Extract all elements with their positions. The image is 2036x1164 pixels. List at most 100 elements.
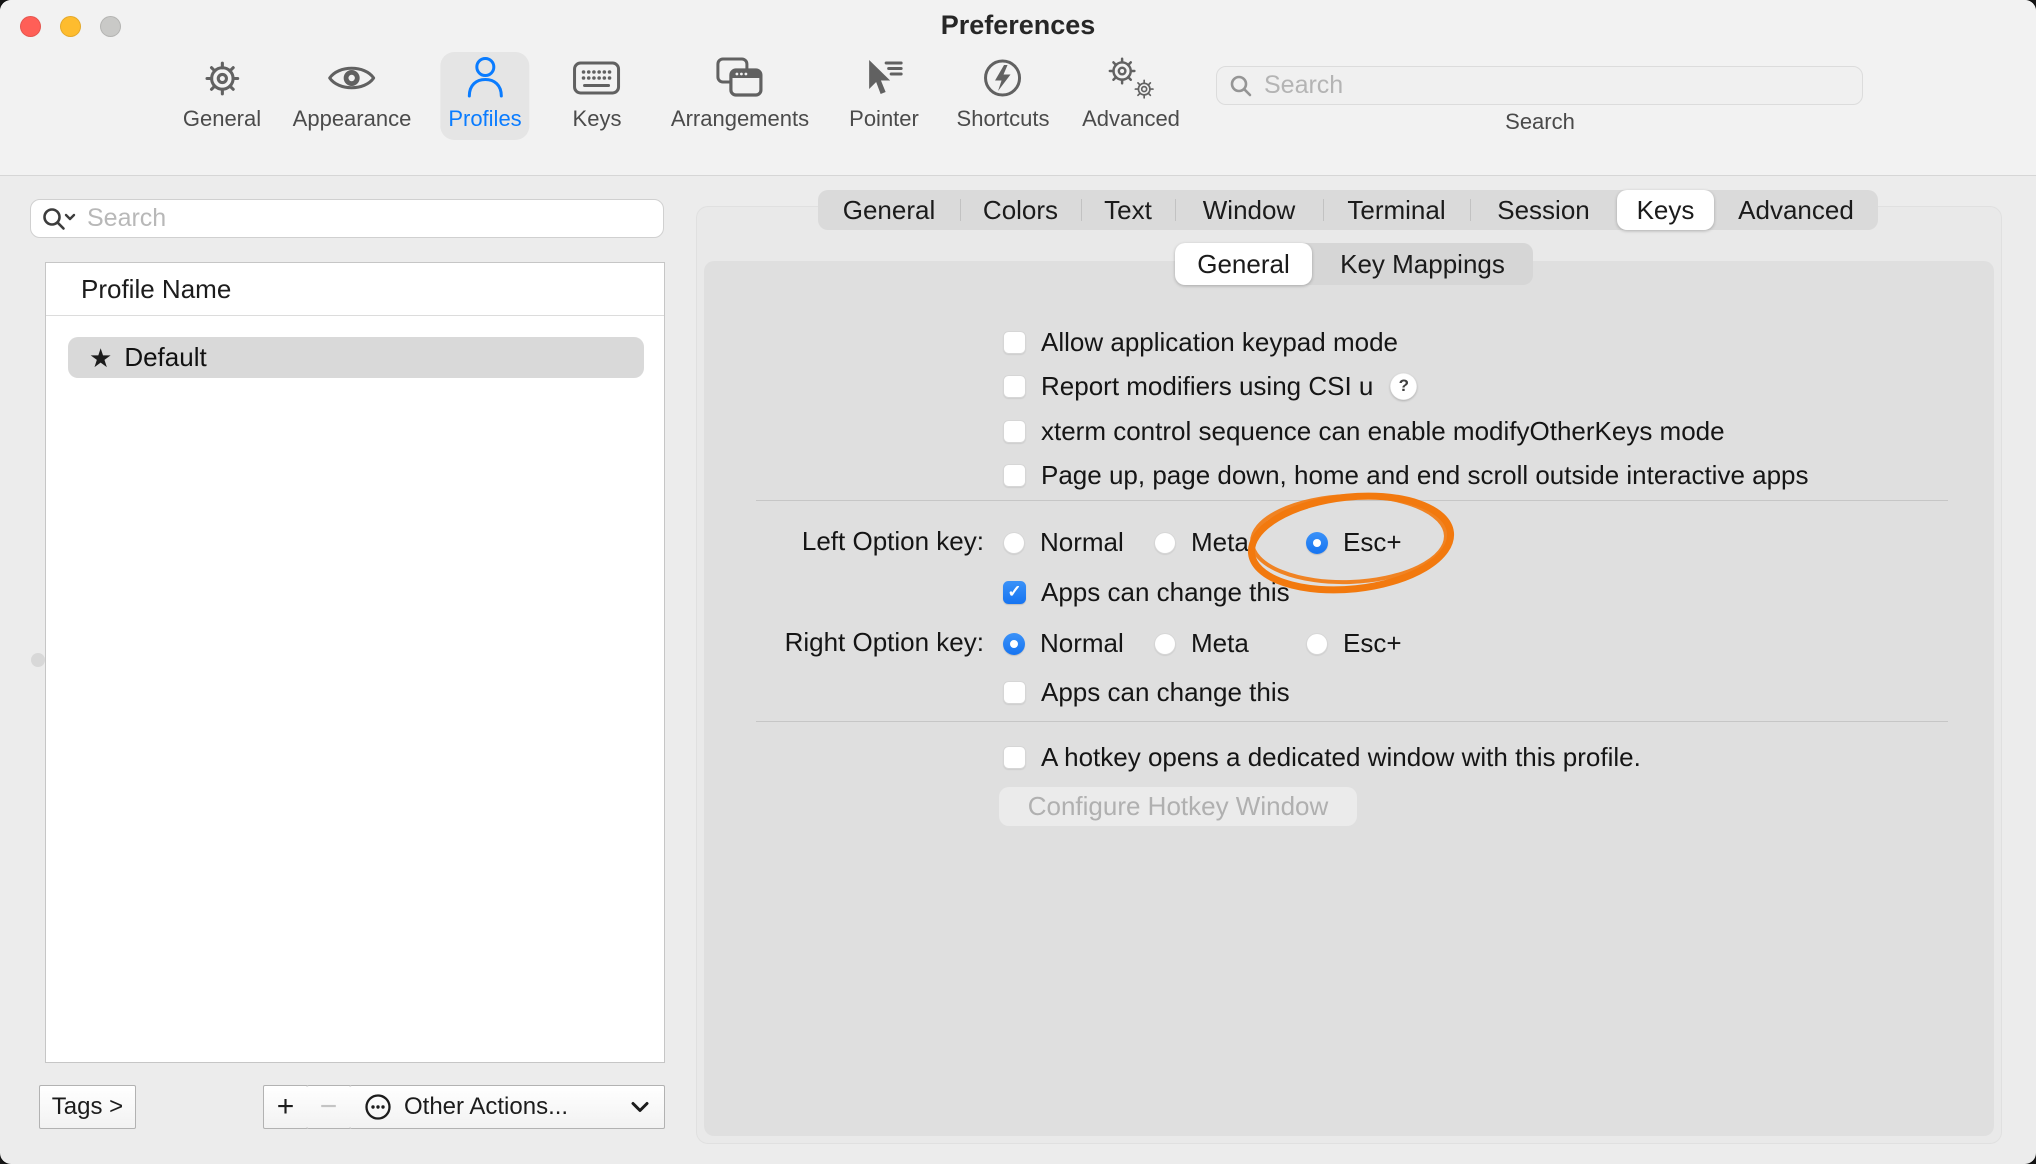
toolbar-search-caption: Search	[1440, 109, 1640, 135]
left-option-meta[interactable]: Meta	[1154, 527, 1249, 558]
window-title: Preferences	[0, 10, 2036, 41]
remove-profile-button[interactable]: −	[307, 1085, 351, 1129]
profile-list: Profile Name ★ Default	[45, 262, 665, 1063]
toolbar-item-general[interactable]: General	[175, 52, 269, 140]
radio-label: Meta	[1191, 527, 1249, 558]
help-button[interactable]: ?	[1390, 373, 1417, 400]
tab-terminal[interactable]: Terminal	[1323, 190, 1470, 230]
toolbar-item-label: Profiles	[448, 104, 521, 134]
radio-normal[interactable]	[1003, 532, 1025, 554]
modify-other-keys-checkbox[interactable]	[1003, 420, 1026, 443]
other-actions-label: Other Actions...	[404, 1093, 568, 1121]
tab-text[interactable]: Text	[1081, 190, 1175, 230]
window-edge-dot	[31, 653, 45, 667]
left-option-normal[interactable]: Normal	[1003, 527, 1124, 558]
profile-search-input[interactable]	[85, 203, 653, 234]
profile-search-field[interactable]	[30, 199, 664, 238]
radio-normal-selected[interactable]	[1003, 633, 1025, 655]
checkbox-label: A hotkey opens a dedicated window with t…	[1041, 742, 1641, 773]
tags-button[interactable]: Tags >	[39, 1085, 136, 1129]
radio-meta[interactable]	[1154, 532, 1176, 554]
add-profile-button[interactable]: +	[263, 1085, 308, 1129]
csi-u-checkbox[interactable]	[1003, 375, 1026, 398]
radio-esc[interactable]	[1306, 633, 1328, 655]
toolbar-search-field[interactable]	[1216, 66, 1863, 105]
keys-subtab-bar: General Key Mappings	[1175, 243, 1533, 285]
tab-general[interactable]: General	[818, 190, 960, 230]
toolbar-search-input[interactable]	[1262, 70, 1850, 101]
windows-icon	[716, 52, 764, 104]
divider	[756, 721, 1948, 722]
toolbar-item-shortcuts[interactable]: Shortcuts	[949, 52, 1058, 140]
toolbar-item-label: Arrangements	[671, 104, 809, 134]
checkbox-row: xterm control sequence can enable modify…	[1003, 417, 1725, 445]
checkbox-label: Page up, page down, home and end scroll …	[1041, 460, 1809, 491]
other-actions-dropdown[interactable]: Other Actions...	[350, 1085, 665, 1129]
checkbox-row: ✓ Apps can change this	[1003, 578, 1290, 606]
radio-label: Meta	[1191, 628, 1249, 659]
checkbox-row: Allow application keypad mode	[1003, 328, 1398, 356]
toolbar-item-label: Pointer	[849, 104, 919, 134]
left-option-esc[interactable]: Esc+	[1306, 527, 1402, 558]
eye-icon	[327, 52, 377, 104]
person-icon	[464, 52, 506, 104]
right-option-key-label: Right Option key:	[697, 628, 984, 656]
radio-meta[interactable]	[1154, 633, 1176, 655]
subtab-key-mappings[interactable]: Key Mappings	[1312, 243, 1533, 285]
right-apps-can-change-checkbox[interactable]	[1003, 681, 1026, 704]
toolbar-item-keys[interactable]: Keys	[565, 52, 630, 140]
checkbox-label: Apps can change this	[1041, 577, 1290, 608]
allow-keypad-checkbox[interactable]	[1003, 331, 1026, 354]
lightning-icon	[980, 52, 1026, 104]
right-option-meta[interactable]: Meta	[1154, 628, 1249, 659]
right-option-esc[interactable]: Esc+	[1306, 628, 1402, 659]
toolbar-item-profiles[interactable]: Profiles	[440, 52, 529, 140]
right-option-key-row: Right Option key: Normal Meta Esc+	[697, 628, 1997, 656]
left-apps-can-change-checkbox[interactable]: ✓	[1003, 581, 1026, 604]
search-filter-icon	[41, 206, 77, 232]
scroll-outside-apps-checkbox[interactable]	[1003, 464, 1026, 487]
profile-list-header: Profile Name	[46, 263, 664, 316]
radio-label: Esc+	[1343, 527, 1402, 558]
radio-label: Normal	[1040, 628, 1124, 659]
radio-label: Esc+	[1343, 628, 1402, 659]
preferences-window: Preferences General	[0, 0, 2036, 1164]
toolbar-item-label: Advanced	[1082, 104, 1180, 134]
checkbox-row: A hotkey opens a dedicated window with t…	[1003, 743, 1641, 771]
search-icon	[1229, 74, 1253, 98]
tab-session[interactable]: Session	[1470, 190, 1617, 230]
checkbox-label: Apps can change this	[1041, 677, 1290, 708]
checkbox-label: Allow application keypad mode	[1041, 327, 1398, 358]
tab-window[interactable]: Window	[1175, 190, 1323, 230]
radio-esc-selected[interactable]	[1306, 532, 1328, 554]
subtab-general[interactable]: General	[1175, 243, 1312, 285]
left-option-key-label: Left Option key:	[697, 527, 984, 555]
checkbox-label: xterm control sequence can enable modify…	[1041, 416, 1725, 447]
ellipsis-circle-icon	[364, 1093, 392, 1121]
right-option-normal[interactable]: Normal	[1003, 628, 1124, 659]
left-option-key-row: Left Option key: Normal Meta Esc+	[697, 527, 1997, 555]
titlebar-toolbar: Preferences General	[0, 0, 2036, 176]
toolbar-item-label: Shortcuts	[957, 104, 1050, 134]
toolbar-item-label: Keys	[573, 104, 622, 134]
tab-advanced[interactable]: Advanced	[1714, 190, 1878, 230]
checkbox-row: Page up, page down, home and end scroll …	[1003, 461, 1809, 489]
toolbar-item-arrangements[interactable]: Arrangements	[663, 52, 817, 140]
profile-tab-bar: General Colors Text Window Terminal Sess…	[818, 190, 1878, 230]
gear-icon	[200, 52, 245, 104]
checkbox-row: Apps can change this	[1003, 678, 1290, 706]
toolbar-item-pointer[interactable]: Pointer	[841, 52, 927, 140]
toolbar-item-label: General	[183, 104, 261, 134]
tab-keys[interactable]: Keys	[1617, 190, 1714, 230]
toolbar-item-appearance[interactable]: Appearance	[285, 52, 420, 140]
checkbox-row: Report modifiers using CSI u ?	[1003, 372, 1417, 400]
profile-name: Default	[124, 342, 206, 373]
hotkey-window-checkbox[interactable]	[1003, 746, 1026, 769]
keyboard-icon	[573, 52, 621, 104]
divider	[756, 500, 1948, 501]
toolbar-item-advanced[interactable]: Advanced	[1074, 52, 1188, 140]
checkbox-label: Report modifiers using CSI u	[1041, 371, 1373, 402]
configure-hotkey-window-button[interactable]: Configure Hotkey Window	[999, 787, 1357, 826]
tab-colors[interactable]: Colors	[960, 190, 1081, 230]
profile-row-default[interactable]: ★ Default	[68, 337, 644, 378]
